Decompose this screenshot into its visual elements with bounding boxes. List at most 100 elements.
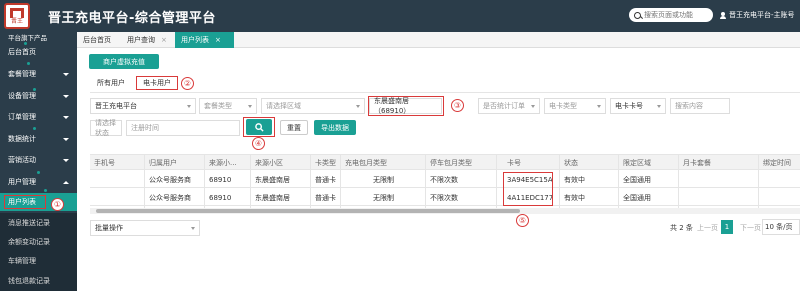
status-select[interactable]: 请选择状态 xyxy=(90,119,122,137)
tab-bar: 后台首页 用户查询 × 用户列表 × xyxy=(77,32,800,48)
annotation-dot xyxy=(24,42,27,45)
sidebar-sub-vehicles[interactable]: 车辆管理 xyxy=(0,251,77,271)
annotation-dot xyxy=(37,171,40,174)
sidebar-sub-refund-records[interactable]: 钱包退款记录 xyxy=(0,271,77,291)
search-icon xyxy=(634,11,641,19)
table-row[interactable]: 公众号服务商 68910 东晨盛南居 普通卡 无限制 不限次数 4A11EDC1… xyxy=(90,189,800,206)
close-icon[interactable]: × xyxy=(215,36,221,44)
sidebar-item-packages[interactable]: 套餐管理 xyxy=(0,65,77,83)
col-header-charge-monthly: 充电包月类型 xyxy=(345,159,387,167)
table-header: 手机号 归属用户 来源小... 来源小区 卡类型 充电包月类型 停车包月类型 卡… xyxy=(90,154,800,170)
col-header-source-community: 来源小区 xyxy=(255,159,283,167)
col-header-card-no: 卡号 xyxy=(507,159,521,167)
sidebar-item-label: 套餐管理 xyxy=(8,70,36,78)
sidebar-sub-balance-records[interactable]: 余额变动记录 xyxy=(0,232,77,251)
sidebar-item-label: 数据统计 xyxy=(8,135,36,143)
search-content-input[interactable]: 搜索内容 xyxy=(670,98,730,114)
column-divider xyxy=(310,154,311,208)
card-number-select[interactable]: 电卡卡号 xyxy=(610,98,666,114)
chevron-down-icon xyxy=(63,137,69,141)
column-divider xyxy=(425,154,426,208)
col-header-source-short: 来源小... xyxy=(209,159,237,167)
scrollbar-thumb[interactable] xyxy=(96,209,520,213)
cell-region: 全国通用 xyxy=(623,193,651,202)
user-icon xyxy=(720,11,726,19)
cell-status: 有效中 xyxy=(564,175,585,184)
column-divider xyxy=(496,154,497,208)
export-button[interactable]: 导出数据 xyxy=(314,120,356,135)
cell-status: 有效中 xyxy=(564,193,585,202)
sidebar-sub-label: 余额变动记录 xyxy=(8,237,50,246)
cell-card-type: 普通卡 xyxy=(315,175,336,184)
cell-charge-monthly: 无限制 xyxy=(373,175,394,184)
sidebar-item-devices[interactable]: 设备管理 xyxy=(0,87,77,105)
column-divider xyxy=(144,154,145,208)
merchant-recharge-button[interactable]: 商户虚拟充值 xyxy=(89,54,159,69)
column-divider xyxy=(678,154,679,208)
order-stat-select[interactable]: 是否统计订单 xyxy=(478,98,540,114)
annotation-dot xyxy=(33,127,36,130)
register-time-placeholder: 注册时间 xyxy=(131,124,159,132)
annotation-box-3 xyxy=(368,96,444,116)
cell-community: 东晨盛南居 xyxy=(255,193,290,202)
platform-select[interactable]: 晋王充电平台 xyxy=(90,98,196,114)
column-divider xyxy=(204,154,205,208)
col-header-monthly-package: 月卡套餐 xyxy=(683,159,711,167)
region-select[interactable]: 请选择区域 xyxy=(261,98,365,114)
chevron-up-icon xyxy=(63,180,69,184)
page-1-button[interactable]: 1 xyxy=(721,220,733,234)
cell-region: 全国通用 xyxy=(623,175,651,184)
sidebar-item-stats[interactable]: 数据统计 xyxy=(0,130,77,148)
annotation-dot xyxy=(27,62,30,65)
register-time-input[interactable]: 注册时间 xyxy=(126,120,240,136)
search-content-placeholder: 搜索内容 xyxy=(675,102,703,110)
annotation-box-1 xyxy=(4,195,46,209)
tab-user-query[interactable]: 用户查询 × xyxy=(121,32,175,48)
next-page-button[interactable]: 下一页 xyxy=(740,222,761,234)
annotation-number-2: ② xyxy=(181,77,194,90)
batch-action-select[interactable]: 批量操作 xyxy=(90,220,200,236)
column-divider xyxy=(250,154,251,208)
subtab-divider xyxy=(90,92,800,93)
reset-button[interactable]: 重置 xyxy=(280,120,308,135)
sidebar-sub-label: 车辆管理 xyxy=(8,257,36,265)
sidebar-item-marketing[interactable]: 营销活动 xyxy=(0,151,77,169)
subtab-all-users[interactable]: 所有用户 xyxy=(92,77,130,89)
cell-source-id: 68910 xyxy=(209,193,232,202)
chevron-down-icon xyxy=(191,227,195,230)
chevron-down-icon xyxy=(63,72,69,76)
user-label: 晋王充电平台-主账号 xyxy=(729,11,795,19)
table-row[interactable]: 公众号服务商 68910 东晨盛南居 普通卡 无限制 不限次数 3A94E5C1… xyxy=(90,171,800,188)
sidebar-item-home[interactable]: 后台首页 xyxy=(0,42,77,62)
chevron-down-icon xyxy=(187,105,191,108)
sidebar-sub-label: 钱包退款记录 xyxy=(8,277,50,285)
region-placeholder: 请选择区域 xyxy=(266,102,301,110)
card-type-select[interactable]: 电卡类型 xyxy=(544,98,606,114)
status-placeholder: 请选择状态 xyxy=(95,119,116,137)
tab-home[interactable]: 后台首页 xyxy=(77,32,121,48)
tab-label: 后台首页 xyxy=(83,36,111,44)
chevron-down-icon xyxy=(597,105,601,108)
annotation-box-4 xyxy=(243,117,275,137)
sidebar-item-users[interactable]: 用户管理 xyxy=(0,173,77,191)
global-search[interactable] xyxy=(629,8,713,22)
sidebar-top-label[interactable]: 平台旗下产品 xyxy=(0,32,77,42)
app-title: 晋王充电平台-综合管理平台 xyxy=(48,11,216,26)
search-input[interactable] xyxy=(644,11,708,19)
close-icon[interactable]: × xyxy=(161,36,167,44)
sidebar-item-label: 营销活动 xyxy=(8,156,36,164)
app-logo: 晋王 xyxy=(4,3,30,29)
user-menu[interactable]: 晋王充电平台-主账号 xyxy=(720,10,795,20)
page-size-select[interactable]: 10 条/页 xyxy=(762,219,800,235)
package-type-select[interactable]: 套餐类型 xyxy=(199,98,257,114)
tab-user-list[interactable]: 用户列表 × xyxy=(175,32,234,48)
sidebar-item-orders[interactable]: 订单管理 xyxy=(0,108,77,126)
annotation-dot xyxy=(33,88,36,91)
sidebar-sub-push-records[interactable]: 消息推送记录 xyxy=(0,213,77,232)
annotation-box-5 xyxy=(503,172,553,206)
card-type-placeholder: 电卡类型 xyxy=(549,102,577,110)
prev-page-button[interactable]: 上一页 xyxy=(697,222,718,234)
platform-select-value: 晋王充电平台 xyxy=(95,102,137,110)
sidebar-sub-label: 消息推送记录 xyxy=(8,218,50,227)
cell-community: 东晨盛南居 xyxy=(255,175,290,184)
